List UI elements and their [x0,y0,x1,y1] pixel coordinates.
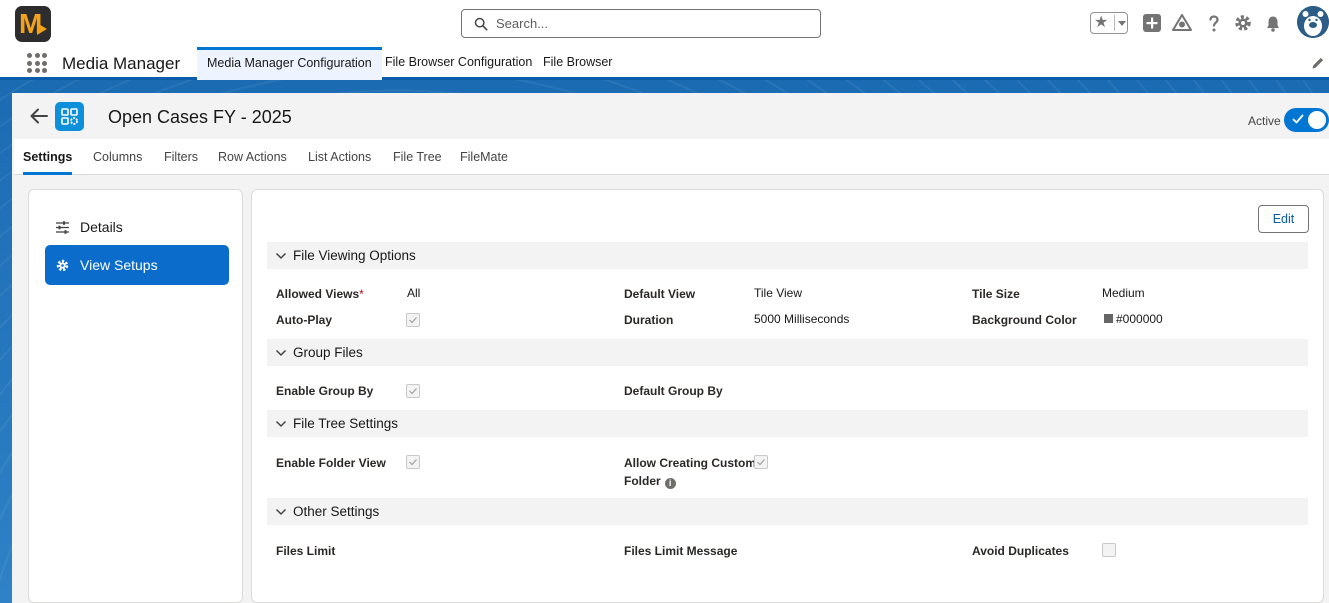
background-color-label: Background Color [972,313,1077,327]
auto-play-label: Auto-Play [276,313,333,327]
app-logo[interactable]: M [15,6,51,42]
enable-group-by-checkbox [406,384,420,398]
search-icon [474,17,488,30]
edit-button[interactable]: Edit [1258,205,1309,233]
allow-custom-folder-label-line2: Folder i [624,474,676,489]
background-color-text: #000000 [1116,312,1163,326]
auto-play-checkbox [406,313,420,327]
enable-folder-view-label: Enable Folder View [276,456,386,470]
section-file-tree-settings[interactable]: File Tree Settings [267,410,1308,437]
global-create-icon[interactable] [1141,12,1163,34]
settings-grid-icon [61,108,78,125]
info-icon[interactable]: i [664,478,676,489]
gear-icon[interactable] [1232,12,1254,34]
chevron-down-icon [1118,21,1126,26]
subtab-settings[interactable]: Settings [23,139,73,175]
section-title: File Viewing Options [293,248,416,263]
chevron-down-icon [275,508,287,516]
toggle-knob [1308,111,1326,129]
settings-sidebar: Details View Setups [28,189,243,603]
active-toggle-label: Active [1248,114,1281,128]
section-title: File Tree Settings [293,416,399,431]
default-view-label: Default View [624,287,696,301]
check-icon [409,459,417,466]
allow-custom-folder-label-text: Folder [624,474,661,488]
files-limit-label: Files Limit [276,544,336,558]
enable-folder-view-checkbox [406,455,420,469]
record-header: Open Cases FY - 2025 Active [14,93,1329,139]
edit-nav-icon[interactable] [1310,55,1326,71]
chevron-down-icon [275,349,287,357]
subtab-columns[interactable]: Columns [93,139,142,175]
enable-group-by-label: Enable Group By [276,384,374,398]
sidebar-item-details[interactable]: Details [45,207,229,247]
tile-size-value: Medium [1102,286,1145,300]
section-title: Other Settings [293,504,380,519]
gear-icon [56,259,69,271]
sidebar-item-view-setups[interactable]: View Setups [45,245,229,285]
avatar-bear-icon [1297,6,1329,38]
subtab-filters[interactable]: Filters [164,139,198,175]
tile-size-label: Tile Size [972,287,1020,301]
color-swatch [1104,314,1113,323]
sliders-icon [56,220,69,234]
active-toggle[interactable] [1284,108,1329,132]
section-title: Group Files [293,345,363,360]
trailhead-icon[interactable] [1171,12,1193,34]
avoid-duplicates-checkbox [1102,543,1116,557]
duration-value: 5000 Milliseconds [754,312,850,326]
section-group-files[interactable]: Group Files [267,339,1308,366]
record-subtabs: Settings Columns Filters Row Actions Lis… [14,139,1329,175]
nav-tab-file-browser[interactable]: File Browser [533,47,622,80]
app-navigation-bar: Media Manager Media Manager Configuratio… [0,47,1329,80]
back-arrow-icon[interactable] [28,105,50,127]
app-name: Media Manager [62,54,181,73]
background-color-value: #000000 [1104,312,1163,326]
favorites-button[interactable]: ★ [1090,12,1128,34]
subtab-filemate[interactable]: FileMate [460,139,508,175]
help-icon[interactable] [1203,12,1225,34]
allowed-views-label-text: Allowed Views [276,287,360,301]
subtab-list-actions[interactable]: List Actions [308,139,371,175]
search-input[interactable] [496,16,796,31]
check-icon [409,317,417,324]
user-avatar[interactable] [1297,6,1329,38]
default-view-value: Tile View [754,286,803,300]
section-other-settings[interactable]: Other Settings [267,498,1308,525]
sidebar-item-label: View Setups [80,257,158,273]
allowed-views-value: All [407,286,421,300]
allow-custom-folder-label: Allow Creating Custom [624,456,757,470]
duration-label: Duration [624,313,674,327]
nav-tab-media-manager-configuration[interactable]: Media Manager Configuration [197,47,382,80]
check-icon [409,388,417,395]
global-search[interactable] [461,9,821,38]
star-icon: ★ [1094,14,1109,31]
sidebar-item-label: Details [80,219,123,235]
subtab-file-tree[interactable]: File Tree [393,139,442,175]
subtab-row-actions[interactable]: Row Actions [218,139,287,175]
allow-custom-folder-checkbox [754,455,768,469]
allowed-views-label: Allowed Views* [276,287,364,301]
bell-icon[interactable] [1262,12,1284,34]
files-limit-message-label: Files Limit Message [624,544,738,558]
logo-play-icon [37,23,47,35]
favorites-divider [1114,15,1115,31]
global-header: M ★ [0,0,1329,47]
avoid-duplicates-label: Avoid Duplicates [972,544,1069,558]
app-launcher-icon[interactable] [27,53,47,73]
record-title: Open Cases FY - 2025 [108,107,292,127]
record-type-icon [55,102,84,131]
check-icon [1292,114,1304,124]
check-icon [757,459,765,466]
default-group-by-label: Default Group By [624,384,723,398]
chevron-down-icon [275,252,287,260]
nav-tab-file-browser-configuration[interactable]: File Browser Configuration [375,47,542,80]
chevron-down-icon [275,420,287,428]
required-marker: * [359,287,364,301]
section-file-viewing-options[interactable]: File Viewing Options [267,242,1308,269]
